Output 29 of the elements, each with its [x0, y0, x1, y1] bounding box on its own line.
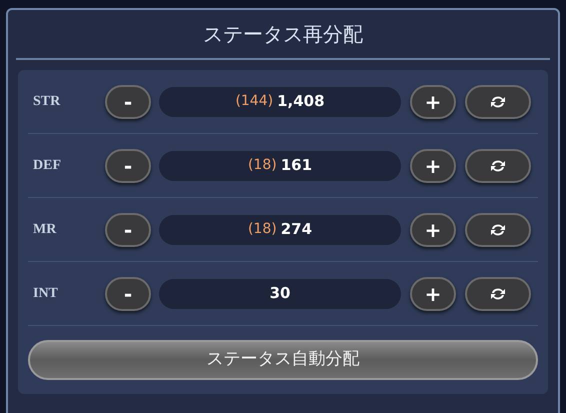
stat-value: 161 [280, 155, 312, 176]
bonus-value: (18) [248, 156, 277, 175]
stat-label: INT [32, 285, 59, 303]
stat-label: DEF [32, 157, 62, 175]
refresh-icon [489, 94, 507, 110]
reset-button[interactable] [465, 84, 531, 118]
bonus-value: (144) [235, 92, 274, 111]
refresh-icon [489, 158, 507, 174]
decrease-button[interactable]: - [105, 148, 151, 182]
increase-button[interactable]: + [410, 84, 456, 118]
increase-button[interactable]: + [410, 212, 456, 246]
decrease-button[interactable]: - [105, 84, 151, 118]
bonus-value: (18) [248, 220, 277, 239]
reset-button[interactable] [465, 212, 531, 246]
stat-label: STR [32, 93, 62, 111]
decrease-button[interactable]: - [105, 212, 151, 246]
increase-button[interactable]: + [410, 276, 456, 310]
dialog-title: ステータス再分配 [203, 21, 363, 48]
increase-button[interactable]: + [410, 148, 456, 182]
auto-distribute-button[interactable]: ステータス自動分配 [28, 340, 538, 380]
stat-value: 30 [270, 283, 290, 304]
stat-value: 1,408 [277, 91, 325, 112]
stat-label: MR [32, 221, 58, 239]
reset-button[interactable] [465, 148, 531, 182]
refresh-icon [489, 286, 507, 302]
reset-button[interactable] [465, 276, 531, 310]
decrease-button[interactable]: - [105, 276, 151, 310]
refresh-icon [489, 222, 507, 238]
stat-value: 274 [280, 219, 312, 240]
